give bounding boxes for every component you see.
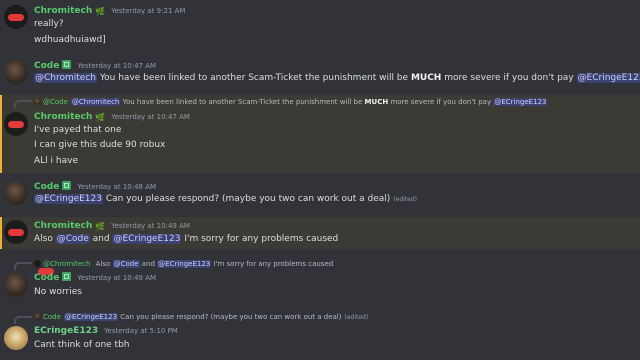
- timestamp: Yesterday at 10:48 AM: [77, 183, 157, 191]
- message-text: No worries: [34, 287, 82, 297]
- user-mention[interactable]: @Chromitech: [34, 73, 97, 83]
- user-mention[interactable]: @ECringeE123: [576, 73, 640, 83]
- reply-spine: [14, 262, 32, 270]
- avatar[interactable]: [4, 112, 28, 136]
- user-mention[interactable]: @Code: [112, 260, 140, 268]
- role-badge-icon[interactable]: [62, 60, 72, 69]
- message-chromitech-3: Chromitech 🌿 Yesterday at 10:49 AM Also @C…: [0, 217, 640, 249]
- reply-preview[interactable]: Code @ECringeE123 Can you please respond?…: [34, 312, 368, 323]
- user-mention[interactable]: @ECringeE123: [112, 234, 182, 244]
- user-mention[interactable]: @Code: [55, 234, 90, 244]
- username[interactable]: ECringeE123: [34, 326, 98, 336]
- message-text: I can give this dude 90 robux: [34, 140, 166, 150]
- timestamp: Yesterday at 10:47 AM: [77, 62, 157, 70]
- message-code-3: @Chromitech Also @Code and @ECringeE123 …: [0, 257, 640, 301]
- role-badge-icon[interactable]: [62, 181, 72, 190]
- message-text: @Chromitech You have been linked to anot…: [34, 72, 640, 84]
- message-text: Cant think of one tbh: [34, 340, 130, 350]
- timestamp: Yesterday at 9:21 AM: [111, 7, 186, 15]
- reply-text: more severe if you don't pay: [390, 98, 492, 106]
- edited-label: (edited): [344, 314, 369, 321]
- message-text: really?: [34, 19, 64, 29]
- avatar[interactable]: [4, 326, 28, 350]
- bold-text: MUCH: [410, 73, 442, 83]
- role-badge-icon[interactable]: [62, 272, 72, 281]
- username[interactable]: Chromitech: [34, 6, 92, 16]
- reply-text: Can you please respond? (maybe you two c…: [120, 313, 342, 321]
- message-text: @ECringeE123 Can you please respond? (ma…: [34, 193, 417, 206]
- chat-log: Chromitech 🌿 Yesterday at 9:21 AM really? …: [0, 0, 640, 360]
- timestamp: Yesterday at 5:10 PM: [104, 327, 178, 335]
- reply-username[interactable]: @Code: [43, 98, 68, 106]
- message-ecringee123-1: Code @ECringeE123 Can you please respond?…: [0, 311, 640, 355]
- message-header: Code Yesterday at 10:47 AM: [34, 60, 156, 72]
- user-mention[interactable]: @ECringeE123: [34, 194, 103, 204]
- user-mention[interactable]: @ECringeE123: [157, 260, 212, 268]
- bold-text: MUCH: [364, 98, 389, 106]
- user-mention[interactable]: @Chromitech: [70, 98, 121, 106]
- message-text: wdhuadhuiawd]: [34, 35, 106, 45]
- message-header: Code Yesterday at 10:49 AM: [34, 272, 156, 284]
- text-segment: Also: [34, 234, 53, 244]
- message-header: Chromitech 🌿 Yesterday at 10:49 AM: [34, 220, 190, 233]
- mini-avatar: [34, 98, 41, 105]
- leaf-icon[interactable]: 🌿: [95, 112, 105, 124]
- text-segment: Can you please respond? (maybe you two c…: [105, 194, 391, 204]
- reply-text: Also: [95, 260, 111, 268]
- username[interactable]: Code: [34, 273, 59, 283]
- message-chromitech-2: @Code @Chromitech You have been linked to…: [0, 95, 640, 173]
- reply-username[interactable]: @Chromitech: [43, 260, 90, 268]
- username[interactable]: Code: [34, 61, 59, 71]
- avatar[interactable]: [4, 5, 28, 29]
- avatar[interactable]: [4, 181, 28, 205]
- message-text: ALl i have: [34, 156, 78, 166]
- message-chromitech-1: Chromitech 🌿 Yesterday at 9:21 AM really? …: [0, 2, 640, 46]
- message-code-2: Code Yesterday at 10:48 AM @ECringeE123 C…: [0, 179, 640, 209]
- text-segment: more severe if you don't pay: [444, 73, 574, 83]
- reply-text: and: [141, 260, 155, 268]
- message-code-1: Code Yesterday at 10:47 AM @Chromitech Yo…: [0, 58, 640, 88]
- user-mention[interactable]: @ECringeE123: [493, 98, 548, 106]
- reply-preview[interactable]: @Chromitech Also @Code and @ECringeE123 …: [34, 259, 333, 269]
- reply-text: You have been linked to another Scam-Tic…: [122, 98, 363, 106]
- timestamp: Yesterday at 10:49 AM: [77, 274, 157, 282]
- message-header: ECringeE123 Yesterday at 5:10 PM: [34, 325, 178, 337]
- text-segment: I'm sorry for any problems caused: [184, 234, 339, 244]
- message-text: I've payed that one: [34, 125, 122, 135]
- edited-label: (edited): [393, 196, 418, 203]
- avatar[interactable]: [4, 273, 28, 297]
- message-text: Also @Code and @ECringeE123 I'm sorry fo…: [34, 233, 338, 245]
- avatar[interactable]: [4, 60, 28, 84]
- user-mention[interactable]: @ECringeE123: [63, 313, 119, 321]
- avatar[interactable]: [4, 220, 28, 244]
- text-segment: and: [92, 234, 110, 244]
- message-header: Code Yesterday at 10:48 AM: [34, 181, 156, 193]
- mini-avatar: [34, 313, 41, 320]
- timestamp: Yesterday at 10:49 AM: [111, 222, 190, 230]
- leaf-icon[interactable]: 🌿: [95, 6, 105, 18]
- reply-spine: [14, 100, 32, 108]
- reply-text: I'm sorry for any problems caused: [213, 260, 334, 268]
- text-segment: You have been linked to another Scam-Tic…: [99, 73, 409, 83]
- reply-preview[interactable]: @Code @Chromitech You have been linked to…: [34, 97, 548, 107]
- username[interactable]: Code: [34, 182, 59, 192]
- message-header: Chromitech 🌿 Yesterday at 10:47 AM: [34, 111, 190, 124]
- mini-avatar: [34, 260, 41, 267]
- username[interactable]: Chromitech: [34, 221, 92, 231]
- reply-spine: [14, 316, 32, 324]
- timestamp: Yesterday at 10:47 AM: [111, 113, 190, 121]
- leaf-icon[interactable]: 🌿: [95, 221, 105, 233]
- username[interactable]: Chromitech: [34, 112, 92, 122]
- reply-username[interactable]: Code: [43, 313, 61, 321]
- message-header: Chromitech 🌿 Yesterday at 9:21 AM: [34, 5, 185, 18]
